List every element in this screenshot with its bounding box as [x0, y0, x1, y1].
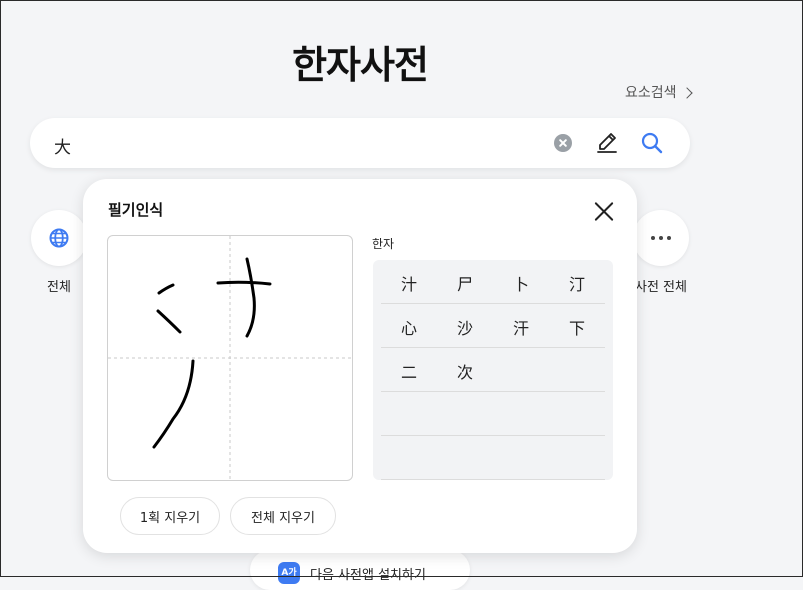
- app-badge-icon: A가: [278, 562, 300, 584]
- candidate-row: 汁 尸 卜 汀: [381, 260, 605, 304]
- globe-icon: [49, 228, 69, 248]
- stroke-2: [156, 309, 182, 334]
- candidate-char[interactable]: 心: [389, 315, 429, 339]
- category-all-label: 전체: [47, 280, 71, 295]
- install-app-label: 다음 사전앱 설치하기: [310, 568, 426, 583]
- close-icon[interactable]: [593, 200, 615, 222]
- more-icon: [651, 236, 671, 240]
- undo-stroke-button[interactable]: 1획 지우기: [120, 497, 220, 535]
- candidate-char[interactable]: 次: [445, 359, 485, 383]
- candidates-label: 한자: [372, 237, 395, 251]
- handwriting-title: 필기인식: [108, 201, 164, 219]
- pen-icon[interactable]: [594, 130, 620, 160]
- category-all-button[interactable]: [31, 210, 87, 266]
- handwriting-canvas[interactable]: [107, 235, 353, 481]
- candidate-char[interactable]: 汀: [557, 271, 597, 295]
- candidate-char[interactable]: 汗: [501, 315, 541, 339]
- stroke-5: [245, 257, 256, 338]
- candidate-char[interactable]: 二: [389, 359, 429, 383]
- candidate-char[interactable]: 汁: [389, 271, 429, 295]
- stroke-4: [216, 280, 272, 286]
- clear-all-button[interactable]: 전체 지우기: [230, 497, 336, 535]
- candidate-char[interactable]: 卜: [501, 271, 541, 295]
- search-bar: 大: [30, 118, 690, 168]
- candidate-row: [381, 392, 605, 436]
- element-search-link[interactable]: 요소검색: [625, 82, 693, 102]
- handwriting-panel: 필기인식 한자 汁 尸 卜 汀 心 沙 汗 下 二 次 1획 지우기 전체 지우…: [83, 179, 637, 553]
- category-more-button[interactable]: [633, 210, 689, 266]
- candidate-row: [381, 436, 605, 480]
- candidate-row: 二 次: [381, 348, 605, 392]
- install-app-button[interactable]: A가 다음 사전앱 설치하기: [250, 550, 470, 590]
- category-all-dictionaries[interactable]: 사전 전체: [633, 210, 689, 295]
- search-input[interactable]: 大: [54, 133, 71, 158]
- candidate-char[interactable]: 下: [557, 315, 597, 339]
- category-all[interactable]: 전체: [31, 210, 87, 295]
- page-title: 한자사전: [292, 43, 429, 87]
- candidate-row: 心 沙 汗 下: [381, 304, 605, 348]
- element-search-label: 요소검색: [625, 85, 677, 101]
- stroke-1: [157, 283, 175, 295]
- search-icon[interactable]: [640, 131, 664, 159]
- stroke-3: [152, 359, 195, 449]
- candidate-char[interactable]: 沙: [445, 315, 485, 339]
- clear-icon[interactable]: [554, 134, 572, 152]
- chevron-right-icon: [680, 86, 693, 99]
- candidate-list: 汁 尸 卜 汀 心 沙 汗 下 二 次: [373, 260, 613, 480]
- category-all-dictionaries-label: 사전 전체: [635, 280, 687, 295]
- candidate-char[interactable]: 尸: [445, 271, 485, 295]
